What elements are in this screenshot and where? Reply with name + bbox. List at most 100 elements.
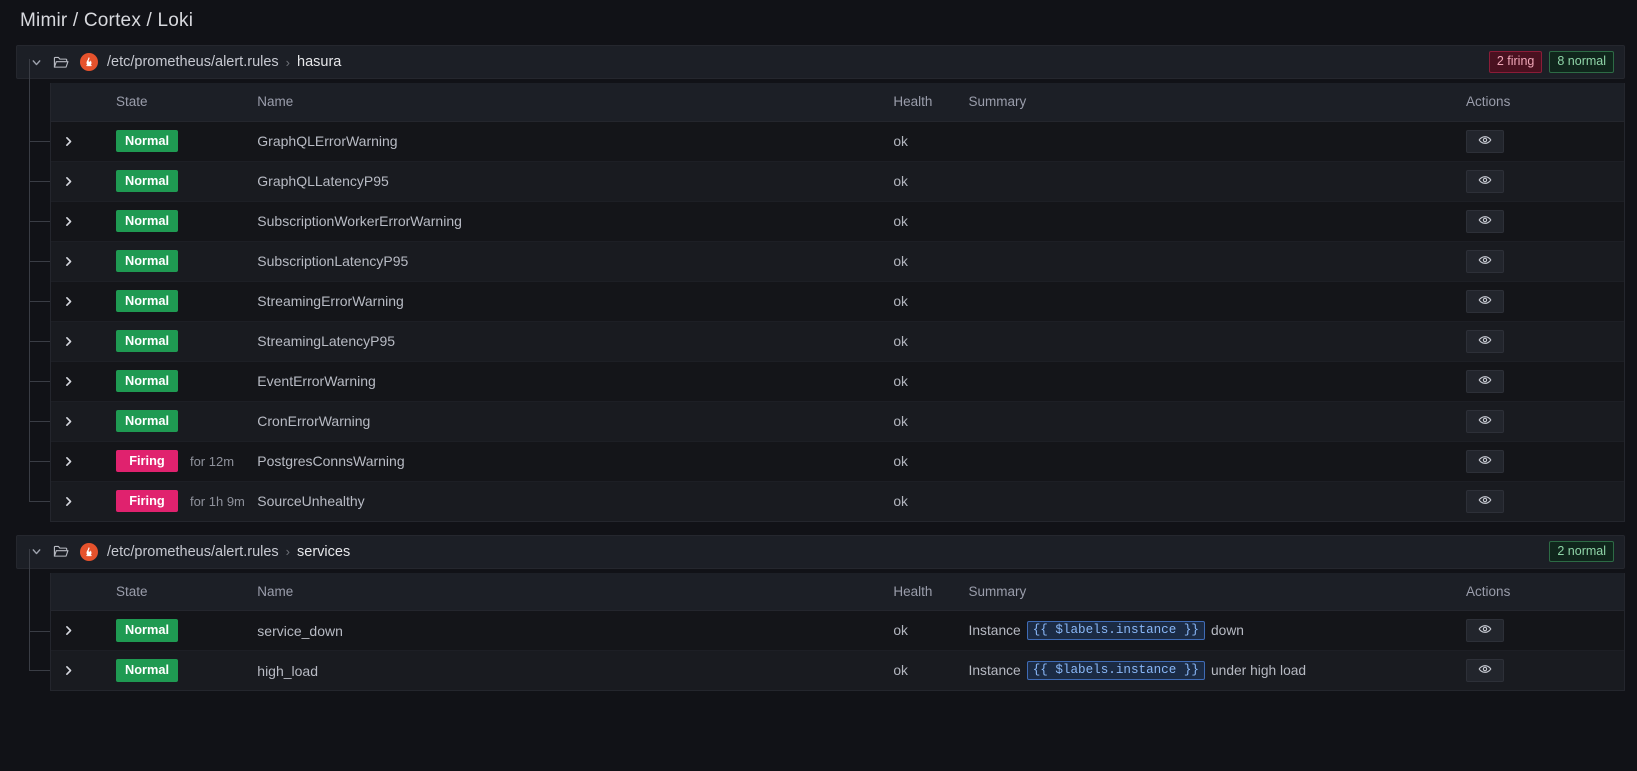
view-rule-button[interactable]	[1466, 329, 1505, 353]
rule-name[interactable]: high_load	[257, 651, 893, 691]
chevron-right-icon[interactable]	[51, 282, 86, 321]
row-actions-cell	[1452, 121, 1624, 162]
alert-rules-page: Mimir / Cortex / Loki /etc/prometheus/al…	[0, 0, 1637, 771]
rules-table: State Name Health Summary Actions Normal Graph…	[51, 83, 1624, 521]
row-state-cell: Normal	[93, 201, 258, 242]
rule-health: ok	[893, 201, 969, 242]
group-status-badges: 2 normal	[1549, 540, 1614, 563]
chevron-right-icon[interactable]	[51, 162, 86, 201]
table-row[interactable]: Normal GraphQLErrorWarning ok	[51, 121, 1624, 162]
chevron-right-icon[interactable]	[51, 402, 86, 441]
table-row[interactable]: Normal SubscriptionWorkerErrorWarning ok	[51, 201, 1624, 242]
row-state-cell: Normal	[93, 281, 258, 322]
rule-name[interactable]: StreamingErrorWarning	[257, 281, 894, 322]
chevron-right-icon[interactable]	[51, 122, 86, 161]
chevron-right-icon[interactable]	[51, 482, 86, 521]
tree-guide-tick	[29, 261, 50, 262]
view-rule-button[interactable]	[1466, 209, 1505, 233]
chevron-right-icon[interactable]	[51, 651, 86, 690]
table-row[interactable]: Normal SubscriptionLatencyP95 ok	[51, 241, 1624, 282]
status-badge: Normal	[115, 659, 179, 682]
tree-guide-tick	[29, 631, 50, 632]
prometheus-icon	[80, 53, 98, 71]
datasource-path: /etc/prometheus/alert.rules	[107, 54, 279, 70]
breadcrumb-separator: ›	[285, 544, 291, 559]
table-row[interactable]: Normal GraphQLLatencyP95 ok	[51, 161, 1624, 202]
view-rule-button[interactable]	[1466, 409, 1505, 433]
tree-guide-tick	[29, 141, 50, 142]
table-row[interactable]: Normal StreamingLatencyP95 ok	[51, 321, 1624, 362]
view-rule-button[interactable]	[1466, 249, 1505, 273]
eye-icon	[1478, 493, 1492, 510]
view-rule-button[interactable]	[1466, 489, 1505, 513]
rule-summary-cell	[968, 401, 1453, 442]
view-rule-button[interactable]	[1466, 659, 1505, 682]
row-expand-cell[interactable]	[51, 361, 94, 402]
row-state-cell: Normal	[93, 401, 258, 442]
row-expand-cell[interactable]	[51, 161, 94, 202]
table-row[interactable]: Firing for 12m PostgresConnsWarning ok	[51, 441, 1624, 482]
row-expand-cell[interactable]	[51, 401, 94, 442]
rule-name[interactable]: EventErrorWarning	[257, 361, 894, 402]
firing-duration: for 12m	[189, 453, 235, 469]
chevron-right-icon[interactable]	[51, 322, 86, 361]
rule-group-name: hasura	[297, 54, 342, 70]
chevron-right-icon[interactable]	[51, 362, 86, 401]
status-badge: Normal	[115, 169, 179, 193]
status-badge: Normal	[115, 329, 179, 353]
rule-summary-cell	[968, 241, 1453, 282]
table-row[interactable]: Normal StreamingErrorWarning ok	[51, 281, 1624, 322]
table-row[interactable]: Normal high_load ok Instance {{ $labels.inst…	[51, 650, 1624, 691]
rule-group-header[interactable]: /etc/prometheus/alert.rules › hasura 2 firi…	[16, 45, 1625, 79]
group-status-badges: 2 firing 8 normal	[1488, 51, 1614, 73]
row-state-cell: Firing for 1h 9m	[94, 481, 257, 521]
tree-guide-tick	[29, 221, 50, 222]
rule-name[interactable]: CronErrorWarning	[257, 401, 894, 442]
view-rule-button[interactable]	[1466, 369, 1505, 393]
chevron-right-icon[interactable]	[51, 242, 86, 281]
rule-name[interactable]: GraphQLLatencyP95	[257, 161, 894, 202]
rule-summary-cell	[968, 121, 1453, 162]
rule-name[interactable]: GraphQLErrorWarning	[257, 121, 894, 162]
summary-suffix: down	[1210, 623, 1244, 638]
table-row[interactable]: Normal EventErrorWarning ok	[51, 361, 1624, 402]
view-rule-button[interactable]	[1466, 129, 1505, 153]
rule-health: ok	[893, 493, 908, 509]
view-rule-button[interactable]	[1466, 289, 1505, 313]
row-actions-cell	[1452, 651, 1624, 691]
row-state-cell: Normal	[93, 610, 258, 651]
row-expand-cell[interactable]	[51, 321, 94, 362]
rule-name[interactable]: SourceUnhealthy	[257, 481, 893, 521]
table-row[interactable]: Normal service_down ok Instance {{ $labels.i…	[51, 610, 1624, 651]
row-expand-cell[interactable]	[51, 481, 94, 521]
row-actions-cell	[1452, 361, 1624, 402]
header-expand	[51, 83, 94, 122]
rule-name[interactable]: SubscriptionLatencyP95	[257, 241, 894, 282]
rule-groups-container: /etc/prometheus/alert.rules › hasura 2 firi…	[0, 45, 1637, 691]
chevron-right-icon[interactable]	[51, 202, 86, 241]
rule-name[interactable]: service_down	[257, 610, 894, 651]
view-rule-button[interactable]	[1466, 619, 1505, 642]
eye-icon	[1478, 373, 1492, 390]
table-row[interactable]: Firing for 1h 9m SourceUnhealthy ok	[51, 481, 1624, 521]
chevron-right-icon[interactable]	[51, 611, 86, 650]
rule-group-header[interactable]: /etc/prometheus/alert.rules › services 2 no…	[16, 534, 1625, 569]
row-expand-cell[interactable]	[51, 651, 94, 691]
row-expand-cell[interactable]	[51, 441, 94, 482]
rule-name[interactable]: SubscriptionWorkerErrorWarning	[257, 201, 894, 242]
row-expand-cell[interactable]	[51, 281, 94, 322]
rule-name[interactable]: StreamingLatencyP95	[257, 321, 894, 362]
view-rule-button[interactable]	[1466, 449, 1505, 473]
row-expand-cell[interactable]	[51, 241, 94, 282]
status-badge: Normal	[115, 409, 179, 433]
rule-group: /etc/prometheus/alert.rules › services 2 no…	[0, 534, 1637, 691]
rule-name[interactable]: PostgresConnsWarning	[257, 441, 894, 482]
eye-icon	[1478, 413, 1492, 430]
row-expand-cell[interactable]	[51, 201, 94, 242]
row-expand-cell[interactable]	[51, 121, 94, 162]
row-expand-cell[interactable]	[51, 610, 94, 651]
view-rule-button[interactable]	[1466, 169, 1505, 193]
table-row[interactable]: Normal CronErrorWarning ok	[51, 401, 1624, 442]
status-badge: Normal	[115, 289, 179, 313]
chevron-right-icon[interactable]	[51, 442, 86, 481]
